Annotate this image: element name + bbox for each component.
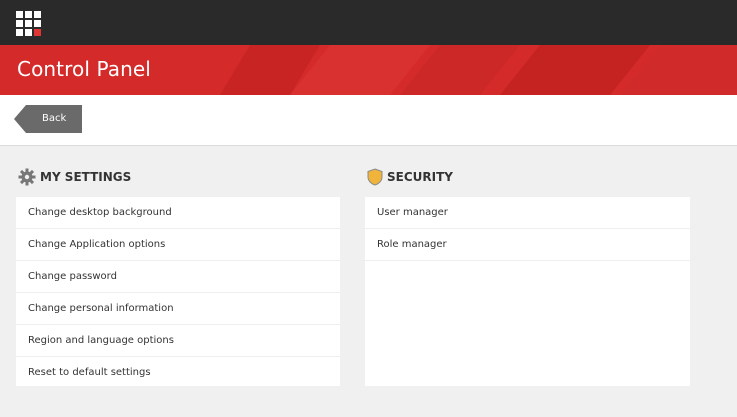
list-item-change-application-options[interactable]: Change Application options — [16, 229, 340, 261]
list-item-role-manager[interactable]: Role manager — [365, 229, 690, 261]
toolbar: Back — [0, 95, 737, 146]
my-settings-list: Change desktop background Change Applica… — [16, 197, 340, 386]
list-item-change-password[interactable]: Change password — [16, 261, 340, 293]
list-item-user-manager[interactable]: User manager — [365, 197, 690, 229]
back-button-label: Back — [42, 113, 67, 124]
list-item-change-desktop-background[interactable]: Change desktop background — [16, 197, 340, 229]
my-settings-header: MY SETTINGS — [18, 168, 131, 186]
title-bar: Control Panel — [0, 45, 737, 95]
list-item-region-language-options[interactable]: Region and language options — [16, 325, 340, 357]
list-item-reset-default-settings[interactable]: Reset to default settings — [16, 357, 340, 388]
shield-icon — [367, 168, 383, 186]
page-title: Control Panel — [17, 57, 151, 81]
my-settings-title: MY SETTINGS — [40, 170, 132, 184]
security-list: User manager Role manager — [365, 197, 690, 386]
top-bar — [0, 0, 737, 45]
gear-icon — [18, 168, 36, 186]
list-item-change-personal-information[interactable]: Change personal information — [16, 293, 340, 325]
back-button[interactable]: Back — [14, 105, 82, 133]
security-title: SECURITY — [387, 170, 453, 184]
security-header: SECURITY — [367, 168, 453, 186]
apps-grid-icon[interactable] — [16, 11, 41, 36]
